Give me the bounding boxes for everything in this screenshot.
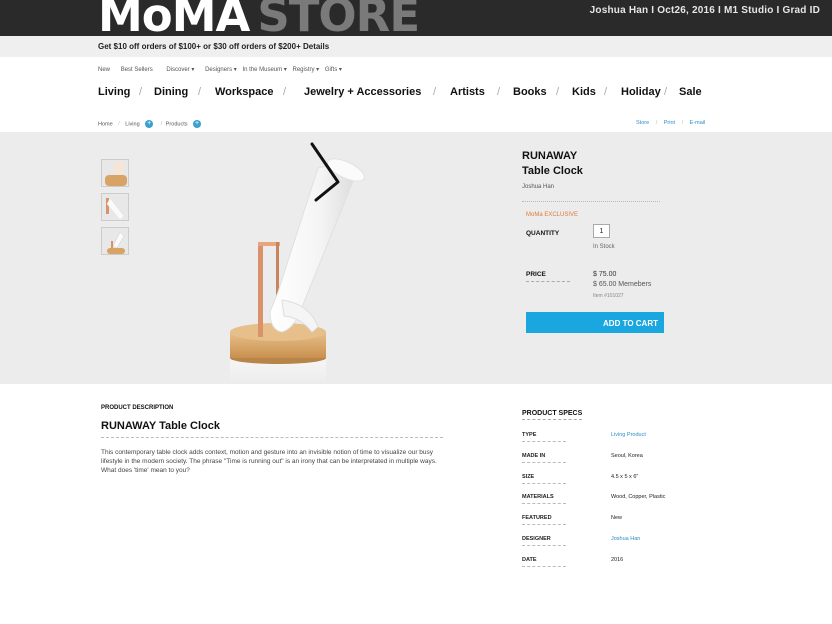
description-text: This contemporary table clock adds conte… [101, 449, 437, 474]
nav-separator: / [497, 86, 501, 98]
spec-key: SIZE [522, 473, 535, 480]
spec-value: 2016 [611, 556, 624, 563]
clock-base-thumbnail-icon [102, 160, 128, 186]
price-label: PRICE [526, 271, 546, 278]
spec-key: MADE IN [522, 452, 546, 459]
logo-moma: MoMA [98, 0, 250, 36]
item-number: Item #101027 [593, 293, 624, 299]
main-nav: Living / Dining / Workspace / Jewelry + … [98, 86, 718, 100]
spec-key: FEATURED [522, 515, 552, 522]
divider [526, 281, 570, 282]
nav-separator: / [604, 86, 608, 98]
price-value: $ 75.00 [593, 271, 617, 278]
user-meta: Joshua Han I Oct26, 2016 I M1 Studio I G… [589, 5, 820, 16]
product-main-image[interactable] [200, 132, 400, 384]
logo-store: STORE [257, 0, 420, 36]
top-bar: MoMA STORE Joshua Han I Oct26, 2016 I M1 … [0, 0, 832, 36]
util-nav-discover[interactable]: Discover ▾ [166, 67, 194, 73]
nav-workspace[interactable]: Workspace [215, 86, 274, 98]
share-email[interactable]: E-mail [690, 120, 706, 126]
product-showcase: RUNAWAY Table Clock Joshua Han MoMa EXCL… [0, 132, 832, 384]
quantity-label: QUANTITY [526, 230, 560, 237]
divider [522, 503, 566, 505]
nav-separator: / [198, 86, 202, 98]
nav-books[interactable]: Books [513, 86, 547, 98]
exclusive-badge: MoMa EXCLUSIVE [526, 212, 579, 218]
share-store[interactable]: Store [636, 120, 649, 126]
divider [522, 441, 566, 442]
nav-separator: / [283, 86, 287, 98]
util-nav-gifts[interactable]: Gifts ▾ [325, 67, 342, 73]
spec-key: DATE [522, 556, 537, 563]
crumb-living[interactable]: Living [125, 121, 139, 127]
divider [522, 545, 566, 546]
store-logo[interactable]: MoMA STORE [98, 0, 420, 36]
nav-dining[interactable]: Dining [154, 86, 188, 98]
crumb-expand-icon[interactable]: + [193, 120, 202, 128]
nav-separator: / [433, 86, 437, 98]
product-title-line1: RUNAWAY [522, 150, 578, 162]
spec-value: Wood, Copper, Plastic [611, 494, 666, 501]
member-price: $ 65.00 Memebers [593, 281, 652, 288]
nav-jewelry[interactable]: Jewelry + Accessories [304, 86, 421, 98]
nav-sale[interactable]: Sale [679, 86, 702, 98]
share-separator: / [681, 120, 684, 126]
crumb-home[interactable]: Home [98, 121, 113, 127]
share-links: Store / Print / E-mail [636, 120, 705, 126]
thumbnail-1[interactable] [101, 159, 129, 187]
add-to-cart-button[interactable]: ADD TO CART [526, 312, 664, 333]
spec-value[interactable]: Living Product [611, 432, 646, 438]
nav-living[interactable]: Living [98, 86, 130, 98]
thumbnail-3[interactable] [101, 227, 129, 255]
divider [522, 461, 566, 463]
specs-label: PRODUCT SPECS [522, 410, 583, 417]
util-nav-registry[interactable]: Registry ▾ [293, 67, 320, 73]
promo-text[interactable]: Get $10 off orders of $100+ or $30 off o… [98, 42, 329, 51]
spec-key: TYPE [522, 432, 537, 438]
divider [101, 437, 443, 438]
breadcrumb: Home / Living + / Products + [98, 120, 205, 128]
util-nav-museum[interactable]: In the Museum ▾ [242, 67, 286, 73]
product-designer[interactable]: Joshua Han [522, 184, 554, 190]
spec-key: DESIGNER [522, 536, 551, 542]
description-title: RUNAWAY Table Clock [101, 420, 220, 432]
nav-kids[interactable]: Kids [572, 86, 596, 98]
spec-value: 4.5 x 5 x 6" [611, 473, 639, 480]
divider [522, 419, 582, 420]
quantity-input[interactable]: 1 [593, 224, 610, 238]
share-separator: / [655, 120, 658, 126]
util-nav-new[interactable]: New [98, 67, 110, 73]
clock-full-thumbnail-icon [102, 228, 128, 254]
util-nav-designers[interactable]: Designers ▾ [205, 67, 237, 73]
spec-value: New [611, 515, 623, 522]
spec-value[interactable]: Joshua Han [611, 536, 640, 542]
divider [522, 201, 660, 202]
spec-value: Seoul, Korea [611, 452, 643, 459]
crumb-separator: / [118, 121, 120, 128]
divider [522, 524, 566, 526]
spec-key: MATERIALS [522, 494, 554, 501]
clock-tube-thumbnail-icon [102, 194, 128, 220]
divider [522, 565, 566, 567]
divider [522, 482, 566, 484]
product-title-line2: Table Clock [522, 165, 583, 177]
promo-banner: Get $10 off orders of $100+ or $30 off o… [0, 36, 832, 57]
stock-status: In Stock [593, 244, 615, 250]
nav-separator: / [139, 86, 143, 98]
util-nav-best-sellers[interactable]: Best Sellers [121, 67, 153, 73]
share-print[interactable]: Print [664, 120, 675, 126]
nav-holiday[interactable]: Holiday [621, 86, 661, 98]
crumb-separator: / [160, 121, 163, 128]
nav-separator: / [664, 86, 668, 98]
thumbnail-2[interactable] [101, 193, 129, 221]
nav-separator: / [556, 86, 560, 98]
utility-nav: New Best Sellers Discover ▾ Designers ▾ … [98, 66, 351, 73]
crumb-expand-icon[interactable]: + [145, 120, 154, 128]
description-label: PRODUCT DESCRIPTION [101, 405, 174, 411]
crumb-products[interactable]: Products [166, 121, 188, 127]
nav-artists[interactable]: Artists [450, 86, 485, 98]
